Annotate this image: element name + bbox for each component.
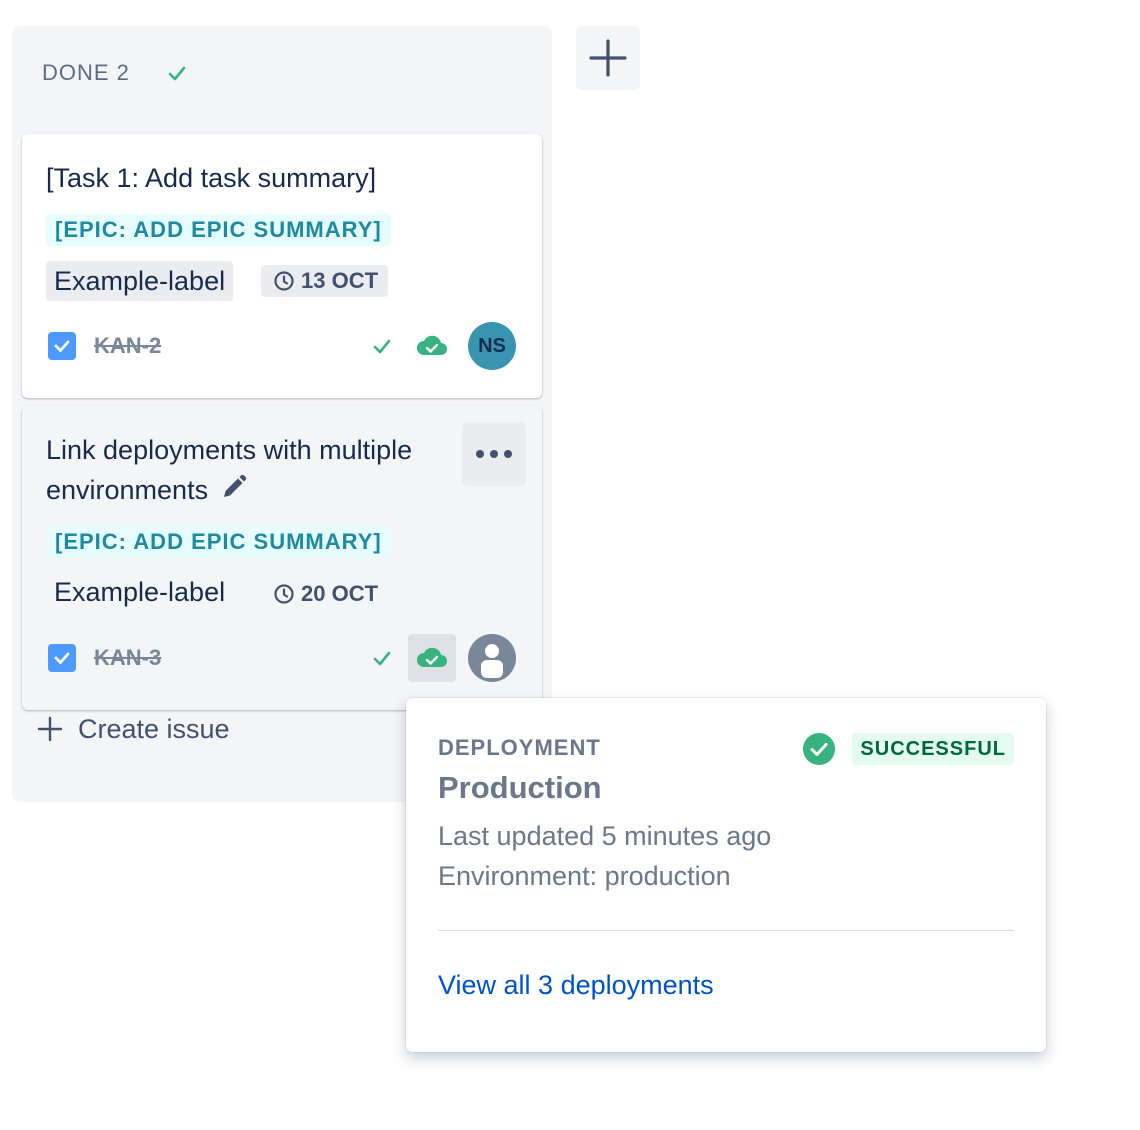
more-dot-icon — [476, 450, 484, 458]
due-date-badge: 13 OCT — [261, 265, 389, 297]
environment-text: Environment: production — [438, 861, 731, 891]
label-chip[interactable]: Example-label — [46, 261, 234, 301]
environment-title: Production — [438, 770, 602, 805]
issue-type-task-icon — [48, 644, 76, 672]
unassigned-avatar-icon[interactable] — [468, 634, 516, 682]
due-date-text: 20 OCT — [301, 581, 379, 606]
column-title: DONE 2 — [42, 60, 130, 85]
column-header: DONE 2 — [42, 60, 188, 86]
divider — [438, 930, 1014, 931]
issue-key[interactable]: KAN-2 — [94, 333, 161, 359]
more-dot-icon — [504, 450, 512, 458]
add-column-button[interactable] — [576, 26, 640, 90]
popup-heading: DEPLOYMENT — [438, 735, 601, 760]
create-issue-label: Create issue — [78, 713, 230, 744]
done-check-icon — [370, 646, 394, 670]
avatar-initials: NS — [478, 334, 506, 357]
deployment-status-button[interactable] — [408, 634, 456, 682]
epic-lozenge[interactable]: [EPIC: ADD EPIC SUMMARY] — [46, 214, 391, 246]
more-actions-button[interactable] — [462, 422, 526, 486]
due-date-badge: 20 OCT — [261, 578, 388, 610]
plus-icon — [589, 39, 627, 77]
card-title: [Task 1: Add task summary] — [46, 163, 377, 193]
done-check-icon — [370, 334, 394, 358]
last-updated-text: Last updated 5 minutes ago — [438, 821, 772, 851]
card-footer: KAN-2 NS — [48, 322, 516, 370]
cloud-check-icon — [417, 335, 447, 355]
edit-pencil-icon[interactable] — [220, 472, 248, 500]
create-issue-button[interactable]: Create issue — [36, 707, 230, 751]
due-date-text: 13 OCT — [301, 268, 379, 293]
plus-icon — [37, 716, 63, 742]
success-check-circle-icon — [803, 733, 836, 765]
issue-card[interactable]: Link deployments with multiple environme… — [22, 406, 542, 710]
card-footer: KAN-3 — [48, 634, 516, 682]
cloud-check-icon — [417, 647, 447, 667]
clock-icon — [274, 271, 294, 291]
issue-card[interactable]: [Task 1: Add task summary] [EPIC: ADD EP… — [22, 134, 542, 398]
epic-lozenge[interactable]: [EPIC: ADD EPIC SUMMARY] — [46, 526, 391, 558]
label-chip[interactable]: Example-label — [46, 572, 233, 612]
assignee-avatar[interactable]: NS — [468, 322, 516, 370]
view-all-deployments-link[interactable]: View all 3 deployments — [438, 970, 714, 1001]
status-lozenge: SUCCESSFUL — [852, 733, 1014, 765]
deployment-popup: DEPLOYMENT SUCCESSFUL Production Last up… — [406, 698, 1046, 1052]
card-title: Link deployments with multiple environme… — [46, 430, 456, 510]
deployment-status: SUCCESSFUL — [802, 732, 1014, 766]
column-done-check-icon — [166, 62, 188, 84]
issue-type-task-icon — [48, 332, 76, 360]
more-dot-icon — [490, 450, 498, 458]
deployment-status-button[interactable] — [408, 322, 456, 370]
clock-icon — [274, 584, 294, 604]
issue-key[interactable]: KAN-3 — [94, 645, 161, 671]
